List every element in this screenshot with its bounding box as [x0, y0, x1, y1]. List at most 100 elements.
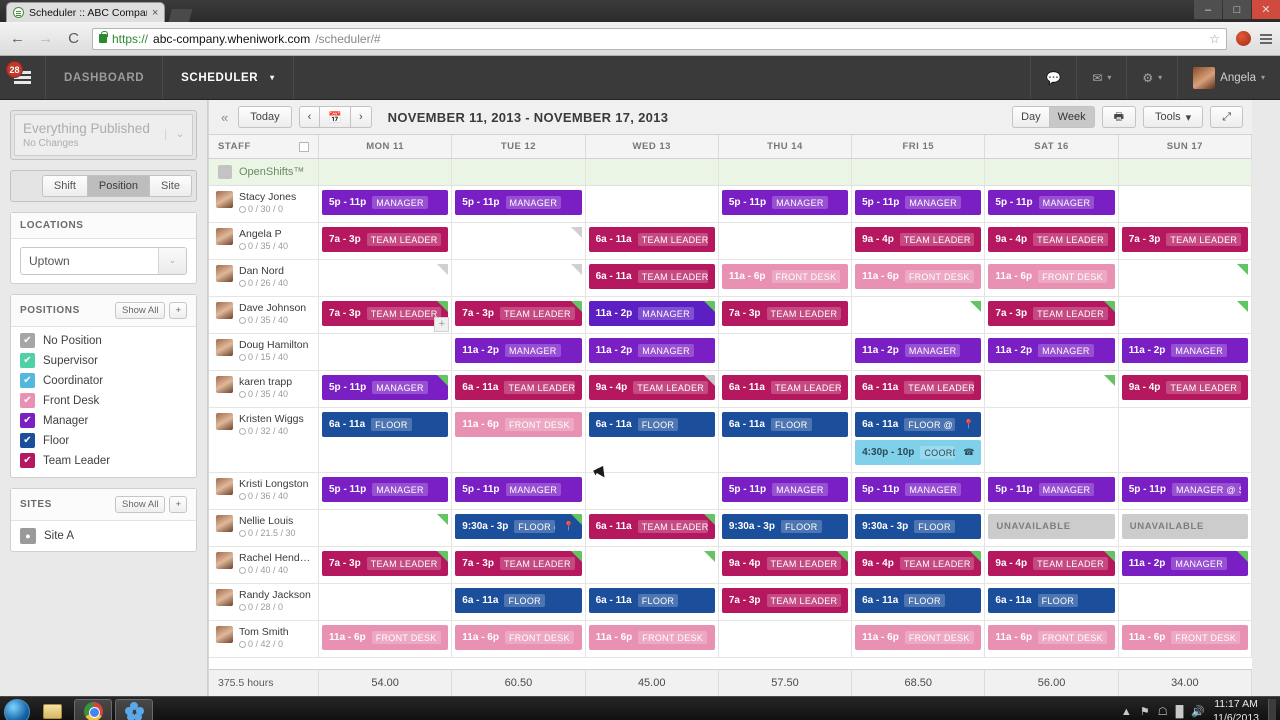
schedule-cell[interactable]: 11a - 6p FRONT DESK: [852, 621, 986, 657]
checkbox-icon[interactable]: ✔: [20, 453, 35, 469]
schedule-cell[interactable]: 11a - 2p MANAGER: [985, 334, 1119, 370]
schedule-cell[interactable]: 5p - 11p MANAGER: [852, 186, 986, 222]
schedule-cell[interactable]: [586, 186, 719, 222]
shift-block[interactable]: 9a - 4p TEAM LEADER: [988, 551, 1115, 576]
schedule-cell[interactable]: 5p - 11p MANAGER: [319, 371, 453, 407]
schedule-cell[interactable]: [452, 260, 586, 296]
schedule-cell[interactable]: 9:30a - 3pFLOOR @ SITE A📍: [452, 510, 586, 546]
schedule-cell[interactable]: 7a - 3p TEAM LEADER: [319, 223, 453, 259]
address-bar[interactable]: https:// abc-company.wheniwork.com/schedu…: [92, 27, 1227, 50]
open-shift-cell-2[interactable]: [586, 159, 719, 185]
prev-week-button[interactable]: ‹: [298, 106, 321, 128]
schedule-cell[interactable]: 5p - 11p MANAGER: [719, 473, 853, 509]
schedule-cell[interactable]: 11a - 2p MANAGER: [1119, 547, 1252, 583]
nav-tab-scheduler[interactable]: SCHEDULER ▾: [163, 56, 294, 99]
inbox-button[interactable]: ✉ ▾: [1076, 56, 1126, 99]
back-icon[interactable]: ←: [8, 29, 27, 48]
day-header-5[interactable]: SAT 16: [985, 135, 1119, 158]
schedule-cell[interactable]: 5p - 11p MANAGER: [719, 186, 853, 222]
schedule-cell[interactable]: 6a - 11a FLOOR: [586, 408, 719, 472]
open-shift-cell-3[interactable]: [719, 159, 853, 185]
schedule-cell[interactable]: 11a - 6p FRONT DESK: [319, 621, 453, 657]
taskbar-explorer-button[interactable]: [33, 699, 71, 720]
schedule-cell[interactable]: 5p - 11p MANAGER: [985, 186, 1119, 222]
shift-block[interactable]: 7a - 3p TEAM LEADER: [988, 301, 1115, 326]
day-view-button[interactable]: Day: [1012, 106, 1050, 128]
shift-block[interactable]: 5p - 11p MANAGER: [988, 190, 1115, 215]
schedule-cell[interactable]: UNAVAILABLE: [985, 510, 1119, 546]
position-item-no-position[interactable]: ✔ No Position: [11, 331, 196, 351]
staff-cell[interactable]: Randy Jackson 0 / 28 / 0: [209, 584, 319, 620]
shift-block[interactable]: 7a - 3p TEAM LEADER: [455, 551, 582, 576]
schedule-cell[interactable]: 5p - 11p MANAGER: [852, 473, 986, 509]
schedule-cell[interactable]: 11a - 6p FRONT DESK: [719, 260, 853, 296]
schedule-cell[interactable]: 11a - 6p FRONT DESK: [1119, 621, 1252, 657]
schedule-cell[interactable]: 11a - 6p FRONT DESK: [452, 408, 586, 472]
schedule-cell[interactable]: 11a - 6p FRONT DESK: [586, 621, 719, 657]
volume-icon[interactable]: 🔊: [1191, 705, 1205, 718]
schedule-cell[interactable]: 7a - 3p TEAM LEADER: [719, 297, 853, 333]
chat-button[interactable]: 💬: [1030, 56, 1076, 99]
position-item-supervisor[interactable]: ✔ Supervisor: [11, 351, 196, 371]
schedule-cell[interactable]: 11a - 2p MANAGER: [852, 334, 986, 370]
schedule-cell[interactable]: [319, 584, 453, 620]
schedule-cell[interactable]: [452, 223, 586, 259]
schedule-cell[interactable]: [1119, 584, 1252, 620]
site-item-site-a[interactable]: ● Site A: [11, 521, 196, 551]
open-shift-cell-1[interactable]: [452, 159, 586, 185]
shift-block[interactable]: 6a - 11a FLOOR: [988, 588, 1115, 613]
user-menu-button[interactable]: Angela ▾: [1177, 56, 1280, 99]
print-button[interactable]: 🖶: [1101, 106, 1136, 128]
schedule-cell[interactable]: 9a - 4p TEAM LEADER: [719, 547, 853, 583]
checkbox-icon[interactable]: ✔: [20, 373, 35, 389]
position-item-front-desk[interactable]: ✔ Front Desk: [11, 391, 196, 411]
taskbar-chrome-button[interactable]: [74, 698, 112, 720]
shift-block[interactable]: 9:30a - 3pFLOOR @ SITE A📍: [455, 514, 582, 539]
schedule-cell[interactable]: 11a - 2p MANAGER: [452, 334, 586, 370]
shift-block[interactable]: 5p - 11p MANAGER: [855, 190, 982, 215]
schedule-cell[interactable]: 7a - 3p TEAM LEADER @ SITE: [319, 547, 453, 583]
checkbox-icon[interactable]: ✔: [20, 353, 35, 369]
schedule-cell[interactable]: 6a - 11a TEAM LEADER: [586, 223, 719, 259]
shift-block[interactable]: 7a - 3p TEAM LEADER: [721, 301, 849, 326]
schedule-cell[interactable]: 9a - 4p TEAM LEADER: [1119, 371, 1252, 407]
shift-block[interactable]: 7a - 3p TEAM LEADER: [455, 301, 582, 326]
reload-icon[interactable]: C: [64, 29, 83, 48]
shift-block[interactable]: 11a - 2p MANAGER: [1121, 551, 1248, 576]
staff-cell[interactable]: Kristi Longston 0 / 36 / 40: [209, 473, 319, 509]
schedule-cell[interactable]: [1119, 260, 1252, 296]
schedule-cell[interactable]: 9a - 4p TEAM LEADER: [985, 223, 1119, 259]
next-week-button[interactable]: ›: [350, 106, 372, 128]
position-item-floor[interactable]: ✔ Floor: [11, 431, 196, 451]
schedule-cell[interactable]: 11a - 6p FRONT DESK: [985, 260, 1119, 296]
staff-cell[interactable]: Tom Smith 0 / 42 / 0: [209, 621, 319, 657]
staff-cell[interactable]: Stacy Jones 0 / 30 / 0: [209, 186, 319, 222]
checkbox-icon[interactable]: ✔: [20, 413, 35, 429]
schedule-cell[interactable]: 11a - 2p MANAGER: [586, 297, 719, 333]
position-item-manager[interactable]: ✔ Manager: [11, 411, 196, 431]
shift-block[interactable]: 5p - 11p MANAGER: [322, 477, 449, 502]
schedule-cell[interactable]: 7a - 3p TEAM LEADER: [452, 297, 586, 333]
open-shift-cell-5[interactable]: [985, 159, 1119, 185]
minimize-button[interactable]: –: [1194, 0, 1222, 19]
shift-block[interactable]: 9a - 4p TEAM LEADER: [1121, 375, 1248, 400]
staff-cell[interactable]: Doug Hamilton 0 / 15 / 40: [209, 334, 319, 370]
shift-block[interactable]: 6a - 11a TEAM LEADER: [588, 514, 715, 539]
shift-block[interactable]: 5p - 11p MANAGER: [455, 477, 582, 502]
shift-block[interactable]: 5p - 11p MANAGER @ SITE A: [1121, 477, 1248, 502]
shift-block[interactable]: 6a - 11a FLOOR: [588, 412, 715, 437]
tray-expand-icon[interactable]: ▲: [1121, 706, 1132, 718]
checkbox-icon[interactable]: ✔: [20, 333, 35, 349]
shift-block[interactable]: 5p - 11p MANAGER: [322, 375, 449, 400]
schedule-cell[interactable]: [1119, 297, 1252, 333]
schedule-cell[interactable]: 9:30a - 3p FLOOR: [852, 510, 986, 546]
shift-block[interactable]: 5p - 11p MANAGER: [455, 190, 582, 215]
bookmark-star-icon[interactable]: ☆: [1209, 32, 1220, 46]
shift-block[interactable]: 9:30a - 3p FLOOR: [721, 514, 849, 539]
new-tab-button[interactable]: [168, 9, 193, 22]
shift-block[interactable]: 6a - 11a FLOOR: [455, 588, 582, 613]
open-shift-cell-0[interactable]: [319, 159, 453, 185]
select-all-checkbox[interactable]: [299, 141, 309, 152]
open-shifts-row[interactable]: OpenShifts™: [209, 159, 1252, 186]
schedule-cell[interactable]: 6a - 11a FLOOR: [319, 408, 453, 472]
